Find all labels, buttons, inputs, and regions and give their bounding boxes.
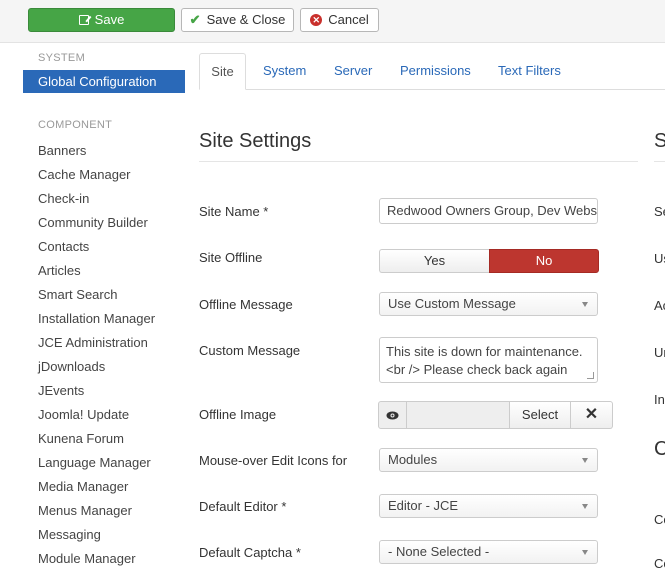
cancel-icon: ✕	[310, 14, 323, 26]
checkmark-icon: ✔	[189, 12, 201, 27]
sidebar-item-module-manager[interactable]: Module Manager	[23, 547, 185, 571]
right-section-title-2: C	[654, 438, 665, 460]
offline-image-select-button[interactable]: Select	[509, 401, 571, 429]
mouseover-edit-icons-select[interactable]: Modules	[379, 448, 598, 472]
site-offline-yes-button[interactable]: Yes	[379, 249, 489, 273]
custom-message-line-1: This site is down for maintenance.	[386, 344, 583, 359]
sidebar-item-jevents[interactable]: JEvents	[23, 379, 185, 403]
eye-icon[interactable]	[378, 401, 407, 429]
sidebar-item-kunena-forum[interactable]: Kunena Forum	[23, 427, 185, 451]
sidebar-item-language-manager[interactable]: Language Manager	[23, 451, 185, 475]
sidebar-item-articles[interactable]: Articles	[23, 259, 185, 283]
section-divider	[199, 161, 638, 162]
sidebar-item-check-in[interactable]: Check-in	[23, 187, 185, 211]
sidebar-item-menus-manager[interactable]: Menus Manager	[23, 499, 185, 523]
default-editor-label: Default Editor *	[199, 499, 287, 514]
right-section-divider	[654, 161, 665, 162]
tab-bar: Site System Server Permissions Text Filt…	[199, 53, 665, 90]
right-label-3: Ac	[654, 298, 665, 313]
chevron-down-icon	[582, 458, 588, 463]
right-section-title: S	[654, 130, 665, 152]
cancel-button[interactable]: ✕ Cancel	[300, 8, 379, 32]
right-label-5: In	[654, 392, 665, 407]
chevron-down-icon	[582, 504, 588, 509]
right-label-4: Ur	[654, 345, 665, 360]
offline-image-label: Offline Image	[199, 407, 277, 422]
sidebar-heading-component: COMPONENT	[38, 119, 113, 131]
sidebar-item-cache-manager[interactable]: Cache Manager	[23, 163, 185, 187]
sidebar-item-joomla-update[interactable]: Joomla! Update	[23, 403, 185, 427]
default-captcha-label: Default Captcha *	[199, 545, 301, 560]
offline-message-label: Offline Message	[199, 297, 293, 312]
sidebar-item-banners[interactable]: Banners	[23, 139, 185, 163]
right-label-7: Co	[654, 556, 665, 571]
save-close-label: Save & Close	[206, 12, 286, 27]
default-captcha-value: - None Selected -	[388, 544, 490, 559]
offline-message-value: Use Custom Message	[388, 296, 516, 311]
right-label-1: Se	[654, 204, 665, 219]
tab-permissions[interactable]: Permissions	[400, 53, 471, 89]
sidebar-item-global-configuration[interactable]: Global Configuration	[23, 70, 185, 93]
mouseover-edit-icons-value: Modules	[388, 452, 438, 467]
site-name-input[interactable]: Redwood Owners Group, Dev Website	[379, 198, 598, 224]
default-editor-value: Editor - JCE	[388, 498, 459, 513]
sidebar-item-messaging[interactable]: Messaging	[23, 523, 185, 547]
toolbar: Save ✔ Save & Close ✕ Cancel	[0, 0, 665, 43]
tab-system[interactable]: System	[263, 53, 306, 89]
sidebar-item-jdownloads[interactable]: jDownloads	[23, 355, 185, 379]
save-close-button[interactable]: ✔ Save & Close	[181, 8, 294, 32]
site-name-label: Site Name *	[199, 204, 269, 219]
site-offline-toggle: Yes No	[379, 249, 599, 273]
edit-icon	[78, 15, 89, 25]
section-title: Site Settings	[199, 130, 312, 152]
chevron-down-icon	[582, 550, 588, 555]
tab-server[interactable]: Server	[334, 53, 372, 89]
offline-image-path-input[interactable]	[407, 401, 509, 429]
save-button[interactable]: Save	[28, 8, 175, 32]
sidebar-item-community-builder[interactable]: Community Builder	[23, 211, 185, 235]
save-label: Save	[94, 12, 125, 27]
chevron-down-icon	[582, 302, 588, 307]
custom-message-label: Custom Message	[199, 343, 301, 358]
clear-icon[interactable]: ✕	[571, 401, 613, 429]
sidebar-item-installation-manager[interactable]: Installation Manager	[23, 307, 185, 331]
sidebar-heading-system: SYSTEM	[38, 52, 86, 64]
mouseover-edit-icons-label: Mouse-over Edit Icons for	[199, 453, 348, 468]
default-editor-select[interactable]: Editor - JCE	[379, 494, 598, 518]
site-offline-no-button[interactable]: No	[489, 249, 599, 273]
sidebar-component-list: Banners Cache Manager Check-in Community…	[23, 139, 185, 571]
resize-handle-icon[interactable]	[587, 372, 594, 379]
right-label-6: Co	[654, 512, 665, 527]
offline-message-select[interactable]: Use Custom Message	[379, 292, 598, 316]
sidebar-item-jce-administration[interactable]: JCE Administration	[23, 331, 185, 355]
right-label-2: Us	[654, 251, 665, 266]
tab-text-filters[interactable]: Text Filters	[498, 53, 561, 89]
sidebar-item-smart-search[interactable]: Smart Search	[23, 283, 185, 307]
default-captcha-select[interactable]: - None Selected -	[379, 540, 598, 564]
sidebar: SYSTEM Global Configuration COMPONENT Ba…	[23, 52, 185, 571]
offline-image-media-field: Select ✕	[378, 401, 613, 429]
sidebar-item-contacts[interactable]: Contacts	[23, 235, 185, 259]
site-offline-label: Site Offline	[199, 250, 263, 265]
custom-message-line-2: <br /> Please check back again	[386, 362, 568, 377]
tab-site[interactable]: Site	[199, 53, 246, 90]
cancel-label: Cancel	[328, 12, 369, 27]
sidebar-item-media-manager[interactable]: Media Manager	[23, 475, 185, 499]
custom-message-textarea[interactable]: This site is down for maintenance. <br /…	[379, 337, 598, 383]
